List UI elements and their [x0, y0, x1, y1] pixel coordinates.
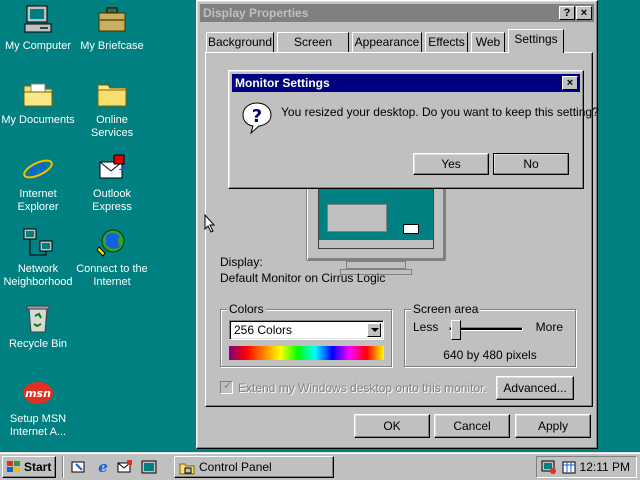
screen-area-value: 640 by 480 pixels: [443, 348, 537, 362]
start-label: Start: [24, 460, 52, 474]
control-panel-icon: [179, 460, 195, 476]
connect-internet-icon: [96, 227, 128, 259]
screen-area-group: Screen area Less More 640 by 480 pixels: [404, 302, 576, 367]
show-desktop-icon[interactable]: [71, 459, 87, 475]
folder-icon: [96, 78, 128, 110]
system-tray: 12:11 PM: [536, 456, 637, 478]
desktop-icon-network-neighborhood[interactable]: Network Neighborhood: [0, 227, 76, 289]
desktop-icon-label: My Briefcase: [80, 40, 144, 52]
ok-button[interactable]: OK: [354, 414, 430, 438]
title-bar[interactable]: Display Properties ? ×: [200, 4, 594, 22]
tab-background[interactable]: Background: [206, 32, 274, 52]
extend-desktop-label: Extend my Windows desktop onto this moni…: [238, 381, 487, 395]
desktop-icon-label: Setup MSN Internet A...: [9, 413, 67, 438]
cancel-button[interactable]: Cancel: [434, 414, 510, 438]
internet-explorer-icon: e: [22, 152, 54, 185]
colors-group-title: Colors: [227, 302, 266, 316]
internet-explorer-icon[interactable]: e: [95, 458, 111, 476]
briefcase-icon: [96, 4, 128, 36]
colors-select[interactable]: 256 Colors: [229, 320, 384, 340]
taskbar-button-control-panel[interactable]: Control Panel: [174, 456, 334, 478]
tab-web[interactable]: Web: [471, 32, 505, 52]
advanced-button[interactable]: Advanced...: [496, 376, 574, 400]
desktop-icon-label: Outlook Express: [92, 188, 132, 213]
taskbar-button-label: Control Panel: [199, 460, 272, 474]
desktop-icon-my-briefcase[interactable]: My Briefcase: [74, 4, 150, 53]
desktop-icon-online-services[interactable]: Online Services: [74, 78, 150, 140]
scheduler-tray-icon[interactable]: [561, 459, 577, 475]
desktop-icon-recycle-bin[interactable]: Recycle Bin: [0, 302, 76, 351]
dialog-title: Monitor Settings: [235, 76, 330, 90]
quick-launch-bar: e: [62, 456, 166, 478]
taskbar: Start e Control Panel 12:11 PM: [0, 452, 640, 480]
display-properties-window: Display Properties ? × Background Screen…: [196, 0, 598, 449]
mouse-pointer-icon: [204, 213, 216, 236]
window-title: Display Properties: [203, 6, 309, 20]
colors-select-value: 256 Colors: [234, 323, 293, 337]
no-button[interactable]: No: [493, 153, 569, 175]
desktop-icon-my-documents[interactable]: My Documents: [0, 78, 76, 127]
slider-less-label: Less: [413, 320, 439, 334]
desktop-icon-my-computer[interactable]: My Computer: [0, 4, 76, 53]
desktop-icon-label: Online Services: [90, 114, 134, 139]
extend-desktop-checkbox[interactable]: ✓: [220, 380, 233, 394]
desktop-icon-label: Network Neighborhood: [3, 263, 73, 288]
screen-area-slider-thumb[interactable]: [451, 320, 461, 340]
desktop-icon-label: My Documents: [1, 114, 75, 126]
monitor-settings-dialog: Monitor Settings × ? You resized your de…: [228, 70, 599, 189]
msn-icon: msn: [22, 377, 54, 409]
desktop-icon-label: My Computer: [4, 40, 72, 52]
close-button[interactable]: ×: [576, 6, 592, 20]
recycle-bin-icon: [22, 302, 54, 334]
display-label: Display:: [220, 255, 263, 269]
desktop-icon-internet-explorer[interactable]: e Internet Explorer: [0, 152, 76, 214]
desktop-icon-label: Connect to the Internet: [76, 263, 148, 288]
colors-group: Colors 256 Colors: [220, 302, 392, 367]
help-button[interactable]: ?: [559, 6, 575, 20]
desktop-icon-setup-msn[interactable]: msn Setup MSN Internet A...: [0, 377, 76, 439]
tab-effects[interactable]: Effects: [425, 32, 468, 52]
outlook-express-icon: [96, 152, 128, 184]
desktop-icon-connect-to-internet[interactable]: Connect to the Internet: [74, 227, 150, 289]
checkmark-icon: ✓: [223, 380, 233, 392]
desktop-icon-outlook-express[interactable]: Outlook Express: [74, 152, 150, 214]
dropdown-arrow-button[interactable]: [367, 323, 381, 337]
svg-text:e: e: [98, 458, 108, 474]
apply-button[interactable]: Apply: [515, 414, 591, 438]
yes-button[interactable]: Yes: [413, 153, 489, 175]
computer-icon: [22, 4, 54, 36]
svg-text:msn: msn: [25, 387, 51, 400]
display-settings-tray-icon[interactable]: [541, 459, 557, 475]
svg-text:e: e: [29, 152, 47, 184]
desktop-icon-label: Recycle Bin: [8, 338, 68, 350]
clock[interactable]: 12:11 PM: [580, 460, 630, 474]
tab-settings[interactable]: Settings: [508, 29, 564, 53]
question-icon: ?: [241, 101, 273, 135]
dialog-title-bar[interactable]: Monitor Settings ×: [232, 74, 580, 92]
tab-screen-saver[interactable]: Screen Saver: [277, 32, 349, 67]
dialog-close-button[interactable]: ×: [562, 76, 578, 90]
color-spectrum-bar: [229, 346, 384, 360]
network-icon: [22, 227, 54, 259]
folder-documents-icon: [22, 78, 54, 110]
desktop-icon-label: Internet Explorer: [17, 188, 59, 213]
slider-more-label: More: [535, 320, 563, 334]
view-channels-icon[interactable]: [141, 459, 157, 475]
outlook-express-icon[interactable]: [117, 459, 133, 475]
tab-appearance[interactable]: Appearance: [352, 32, 422, 52]
windows-logo-icon: [7, 461, 21, 473]
svg-text:?: ?: [252, 106, 262, 127]
display-value: Default Monitor on Cirrus Logic: [220, 271, 386, 285]
dialog-message: You resized your desktop. Do you want to…: [281, 105, 599, 119]
start-button[interactable]: Start: [2, 456, 56, 478]
screen-area-group-title: Screen area: [411, 302, 481, 316]
chevron-down-icon: [371, 328, 379, 332]
